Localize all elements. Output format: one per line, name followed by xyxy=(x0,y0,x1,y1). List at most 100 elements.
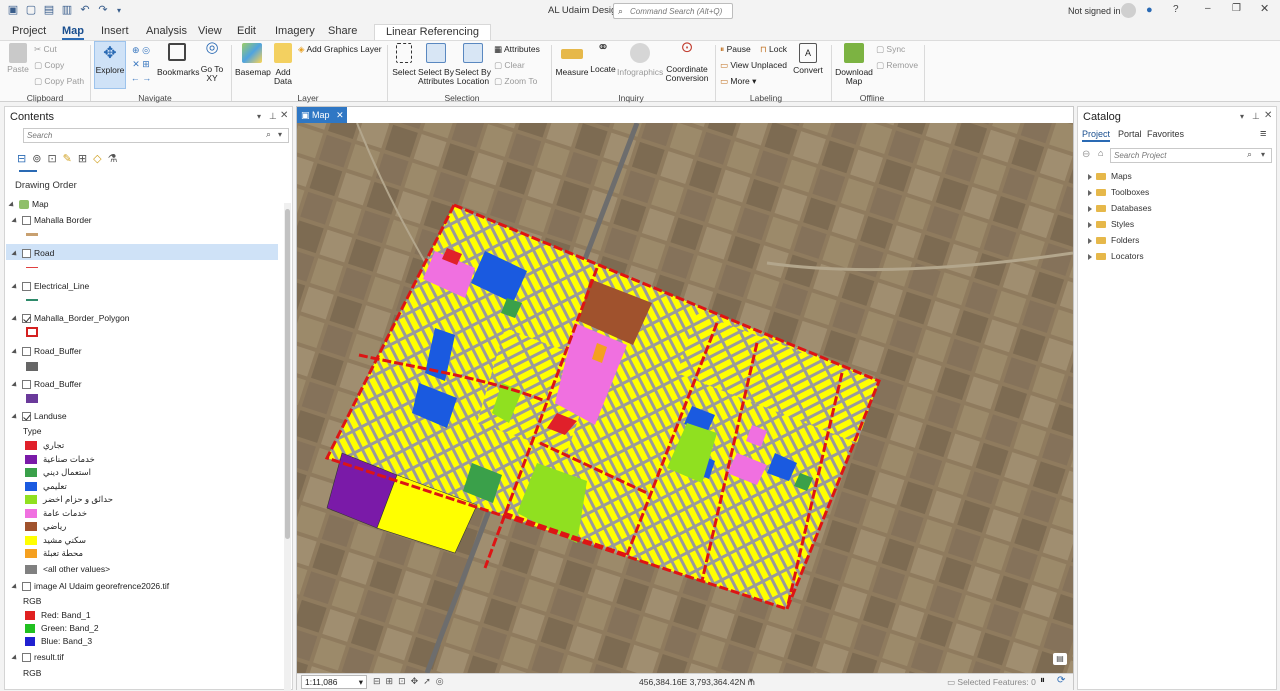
select-button[interactable]: Select xyxy=(391,43,417,77)
layer-row-road-buffer[interactable]: Road_Buffer xyxy=(11,344,82,358)
expand-icon[interactable] xyxy=(11,654,19,662)
expand-icon[interactable] xyxy=(1088,253,1092,260)
view-unplaced-button[interactable]: ▭ View Unplaced xyxy=(720,60,787,71)
catalog-item-locators[interactable]: Locators xyxy=(1088,249,1144,263)
expand-icon[interactable] xyxy=(11,283,19,291)
coordinate-format-dropdown[interactable]: ▾ xyxy=(749,676,753,685)
measure-button[interactable]: Measure xyxy=(555,43,589,77)
layer-visibility-checkbox[interactable] xyxy=(22,412,31,422)
catalog-item-toolboxes[interactable]: Toolboxes xyxy=(1088,185,1149,199)
layer-row-road[interactable]: Road xyxy=(11,246,54,260)
rotation-icon[interactable]: ◎ xyxy=(436,676,449,686)
list-by-drawing-order-icon[interactable]: ⊟ xyxy=(17,153,32,165)
search-dropdown-icon[interactable]: ▾ xyxy=(278,130,282,139)
maximize-icon[interactable]: ❐ xyxy=(1232,3,1241,14)
layer-visibility-checkbox[interactable] xyxy=(22,653,31,663)
go-to-xy-button[interactable]: ◎ Go To XY xyxy=(199,40,225,83)
contents-search-box[interactable]: Search ⌕ ▾ xyxy=(23,128,289,143)
expand-icon[interactable] xyxy=(8,201,16,209)
tab-project[interactable]: Project xyxy=(12,24,46,40)
tab-linear-referencing[interactable]: Linear Referencing xyxy=(374,24,491,40)
layer-visibility-checkbox[interactable] xyxy=(22,347,31,357)
layer-row-mahalla-border-polygon[interactable]: Mahalla_Border_Polygon xyxy=(11,311,129,325)
catalog-item-maps[interactable]: Maps xyxy=(1088,169,1132,183)
layer-row-road-buffer-2[interactable]: Road_Buffer xyxy=(11,377,82,391)
tab-map[interactable]: Map xyxy=(62,24,84,40)
zoom-to-button[interactable]: ▢ Zoom To xyxy=(494,76,537,87)
layer-row-landuse[interactable]: Landuse xyxy=(11,409,67,423)
cut-button[interactable]: ✂ Cut xyxy=(34,44,57,55)
sync-button[interactable]: ▢ Sync xyxy=(876,44,905,55)
expand-icon[interactable] xyxy=(11,217,19,225)
close-pane-icon[interactable]: ✕ xyxy=(280,110,288,121)
user-avatar-icon[interactable] xyxy=(1121,3,1136,18)
pause-drawing-icon[interactable]: ⏸ xyxy=(1040,675,1045,686)
scrollbar-thumb[interactable] xyxy=(285,209,290,539)
open-project-icon[interactable]: ▤ xyxy=(42,4,56,17)
lock-button[interactable]: ⊓ Lock xyxy=(760,44,787,55)
catalog-item-styles[interactable]: Styles xyxy=(1088,217,1134,231)
catalog-menu-icon[interactable]: ≡ xyxy=(1260,128,1266,140)
more-button[interactable]: ▭ More ▾ xyxy=(720,76,756,87)
catalog-item-folders[interactable]: Folders xyxy=(1088,233,1139,247)
expand-icon[interactable] xyxy=(1088,205,1092,212)
pin-icon[interactable]: ⊥ xyxy=(1252,111,1260,122)
clear-button[interactable]: ▢ Clear xyxy=(494,60,525,71)
list-by-snapping-icon[interactable]: ⊞ xyxy=(78,153,93,165)
full-extent-icon[interactable]: ⊡ xyxy=(398,676,411,686)
layer-row-electrical-line[interactable]: Electrical_Line xyxy=(11,279,89,293)
scale-selector[interactable]: 1:11,086 ▾ xyxy=(301,675,367,689)
list-by-selection-icon[interactable]: ⊡ xyxy=(47,153,62,165)
map-node[interactable]: Map xyxy=(8,197,49,211)
coordinate-conversion-button[interactable]: ⊙ Coordinate Conversion xyxy=(664,40,710,83)
home-icon[interactable]: ⌂ xyxy=(1098,148,1103,158)
tab-edit[interactable]: Edit xyxy=(237,24,256,40)
pointer-icon[interactable]: ➚ xyxy=(423,676,436,686)
contents-search-input[interactable]: Search xyxy=(27,131,52,140)
command-search-input[interactable]: Command Search (Alt+Q) xyxy=(630,7,722,16)
expand-icon[interactable] xyxy=(11,250,19,258)
expand-icon[interactable] xyxy=(11,583,19,591)
save-icon[interactable]: ▥ xyxy=(60,4,74,17)
map-view-tools[interactable]: ⊟⊞⊡✥➚◎ xyxy=(373,676,449,687)
search-dropdown-icon[interactable]: ▾ xyxy=(1261,150,1265,159)
list-by-editing-icon[interactable]: ✎ xyxy=(63,153,78,165)
list-by-source-icon[interactable]: ⊚ xyxy=(32,153,47,165)
bookmarks-button[interactable]: Bookmarks xyxy=(157,43,200,77)
signed-in-status[interactable]: Not signed in xyxy=(1068,6,1121,16)
map-comment-icon[interactable]: ▤ xyxy=(1053,653,1067,665)
refresh-icon[interactable]: ⟳ xyxy=(1057,675,1065,686)
add-graphics-layer-button[interactable]: ◈ Add Graphics Layer xyxy=(298,44,382,55)
catalog-item-databases[interactable]: Databases xyxy=(1088,201,1152,215)
expand-icon[interactable] xyxy=(11,348,19,356)
pane-options-icon[interactable]: ▾ xyxy=(257,112,261,121)
expand-icon[interactable] xyxy=(1088,173,1092,180)
layer-visibility-checkbox[interactable] xyxy=(22,249,31,259)
locate-button[interactable]: ⚭ Locate xyxy=(590,40,616,74)
pause-button[interactable]: ⏸ Pause xyxy=(720,44,751,55)
layer-visibility-checkbox[interactable] xyxy=(22,314,31,324)
catalog-tab-project[interactable]: Project xyxy=(1082,129,1111,142)
contents-scrollbar[interactable] xyxy=(284,203,291,691)
layer-visibility-checkbox[interactable] xyxy=(22,216,31,226)
expand-icon[interactable] xyxy=(1088,221,1092,228)
basemap-button[interactable]: Basemap xyxy=(235,43,271,77)
copy-path-button[interactable]: ▢ Copy Path xyxy=(34,76,84,87)
infographics-button[interactable]: Infographics xyxy=(617,43,663,77)
notifications-icon[interactable]: ● xyxy=(1146,4,1153,16)
catalog-search-input[interactable]: Search Project xyxy=(1114,151,1166,160)
catalog-tab-favorites[interactable]: Favorites xyxy=(1147,129,1184,139)
expand-icon[interactable] xyxy=(11,413,19,421)
expand-icon[interactable] xyxy=(11,315,19,323)
pane-options-icon[interactable]: ▾ xyxy=(1240,112,1244,121)
close-icon[interactable]: ✕ xyxy=(1260,2,1269,15)
close-map-tab-icon[interactable]: ✕ xyxy=(336,110,344,120)
attributes-button[interactable]: ▦ Attributes xyxy=(494,44,540,55)
add-data-button[interactable]: Add Data xyxy=(270,43,296,86)
undo-icon[interactable]: ↶ xyxy=(78,4,92,17)
select-by-location-button[interactable]: Select By Location xyxy=(455,43,491,86)
expand-icon[interactable] xyxy=(1088,189,1092,196)
tab-share[interactable]: Share xyxy=(328,24,357,40)
catalog-tab-portal[interactable]: Portal xyxy=(1118,129,1142,139)
expand-icon[interactable] xyxy=(11,381,19,389)
